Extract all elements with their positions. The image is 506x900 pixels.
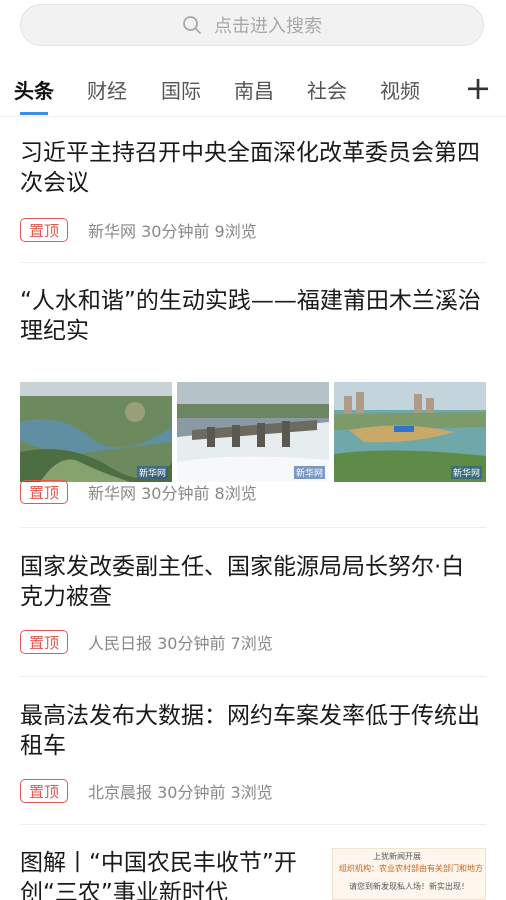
news-image-river-aerial[interactable]: 新华网	[20, 382, 172, 482]
news-image-dam[interactable]: 新华网	[177, 382, 329, 482]
news-source-time-views: 人民日报 30分钟前 7浏览	[88, 634, 273, 653]
news-meta: 置顶 人民日报 30分钟前 7浏览	[20, 630, 273, 654]
news-meta: 置顶 新华网 30分钟前 9浏览	[20, 218, 257, 242]
news-title[interactable]: 国家发改委副主任、国家能源局局长努尔·白克力被查	[20, 552, 486, 612]
thumbnail-text-line: 请您到新发现私人场！新实出现！	[349, 882, 469, 891]
image-watermark: 新华网	[293, 466, 325, 479]
add-tab-plus-icon[interactable]: +	[464, 68, 492, 108]
news-title[interactable]: 习近平主持召开中央全面深化改革委员会第四次会议	[20, 138, 486, 198]
search-icon	[183, 16, 201, 34]
tab-international[interactable]: 国际	[161, 76, 201, 106]
news-item[interactable]: “人水和谐”的生动实践——福建莆田木兰溪治理纪实 新华网 新华网 新华网 置顶 …	[20, 286, 486, 528]
active-tab-indicator	[20, 112, 48, 115]
news-title[interactable]: 图解丨“中国农民丰收节”开创“三农”事业新时代	[20, 848, 320, 900]
pinned-badge: 置顶	[20, 218, 69, 242]
news-title[interactable]: “人水和谐”的生动实践——福建莆田木兰溪治理纪实	[20, 286, 486, 346]
search-input[interactable]: 点击进入搜索	[20, 4, 484, 46]
news-item[interactable]: 最高法发布大数据：网约车案发率低于传统出租车 置顶 北京晨报 30分钟前 3浏览	[20, 701, 486, 825]
tab-finance[interactable]: 财经	[87, 76, 127, 106]
news-source-time-views: 新华网 30分钟前 8浏览	[88, 484, 257, 503]
tab-society[interactable]: 社会	[307, 76, 347, 106]
news-source-time-views: 新华网 30分钟前 9浏览	[88, 222, 257, 241]
pinned-badge: 置顶	[20, 779, 69, 803]
news-image-gallery: 新华网 新华网 新华网	[20, 382, 486, 482]
thumbnail-text-line: 上犹新闻开展	[373, 852, 421, 861]
tab-video[interactable]: 视频	[380, 76, 420, 106]
image-watermark: 新华网	[450, 466, 482, 479]
tab-headlines[interactable]: 头条	[14, 76, 54, 106]
news-item[interactable]: 图解丨“中国农民丰收节”开创“三农”事业新时代	[20, 848, 320, 900]
news-item[interactable]: 国家发改委副主任、国家能源局局长努尔·白克力被查 置顶 人民日报 30分钟前 7…	[20, 552, 486, 677]
news-meta: 置顶 新华网 30分钟前 8浏览	[20, 480, 257, 504]
news-image-city-riverbank[interactable]: 新华网	[334, 382, 486, 482]
thumbnail-text-line: 组织机构：农业农村部由有关部门和地方	[339, 864, 483, 873]
tab-nanchang[interactable]: 南昌	[234, 76, 274, 106]
news-item[interactable]: 习近平主持召开中央全面深化改革委员会第四次会议 置顶 新华网 30分钟前 9浏览	[20, 138, 486, 263]
search-placeholder: 点击进入搜索	[214, 16, 322, 37]
search-bar: 点击进入搜索	[0, 0, 506, 60]
news-meta: 置顶 北京晨报 30分钟前 3浏览	[20, 779, 273, 803]
pinned-badge: 置顶	[20, 480, 69, 504]
news-title[interactable]: 最高法发布大数据：网约车案发率低于传统出租车	[20, 701, 486, 761]
news-thumbnail-image[interactable]: 上犹新闻开展 组织机构：农业农村部由有关部门和地方 请您到新发现私人场！新实出现…	[332, 848, 486, 900]
category-tabs: 头条 财经 国际 南昌 社会 视频	[0, 60, 506, 117]
image-watermark: 新华网	[136, 466, 168, 479]
pinned-badge: 置顶	[20, 630, 69, 654]
news-source-time-views: 北京晨报 30分钟前 3浏览	[88, 783, 273, 802]
